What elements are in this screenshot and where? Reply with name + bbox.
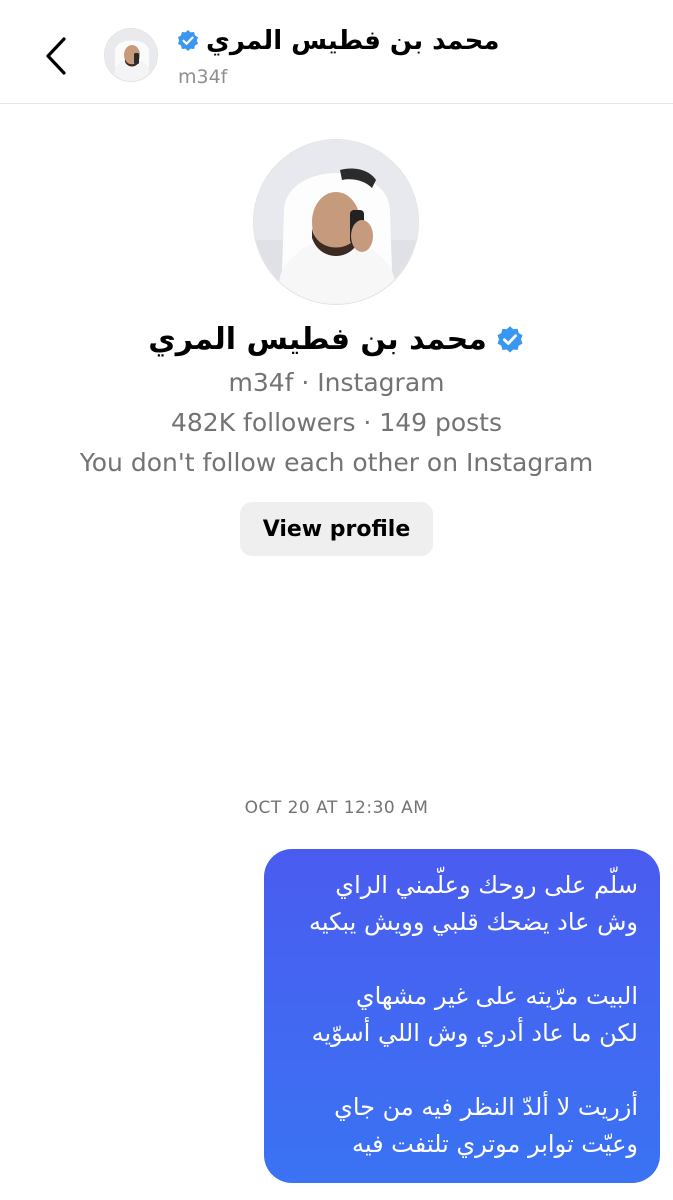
message-line: لكن ما عاد أدري وش اللي أسوّيه <box>311 1019 638 1047</box>
header-title[interactable]: محمد بن فطيس المري <box>176 26 499 56</box>
message-line: سلّم على روحك وعلّمني الراي <box>335 871 638 899</box>
chevron-left-icon <box>46 37 66 75</box>
verified-badge-icon <box>178 30 198 51</box>
verified-badge-icon <box>497 325 523 352</box>
profile-stats-line: 482K followers · 149 posts <box>171 408 502 437</box>
header-name-text: محمد بن فطيس المري <box>206 26 500 56</box>
message-line: وش عاد يضحك قلبي وويش يبكيه <box>309 908 638 936</box>
profile-name-text: محمد بن فطيس المري <box>148 322 487 357</box>
back-button[interactable] <box>34 32 78 80</box>
profile-name: محمد بن فطيس المري <box>0 322 673 357</box>
view-profile-button[interactable]: View profile <box>240 502 433 556</box>
profile-relation-line: You don't follow each other on Instagram <box>79 448 594 477</box>
profile-avatar[interactable] <box>253 139 419 305</box>
chat-header: محمد بن فطيس المري m34f <box>0 0 673 104</box>
message-line-gap <box>286 1052 638 1089</box>
header-avatar[interactable] <box>104 28 158 82</box>
message-bubble[interactable]: سلّم على روحك وعلّمني الراي وش عاد يضحك … <box>264 849 660 1183</box>
header-username: m34f <box>178 66 228 88</box>
message-line: البيت مرّيته على غير مشهاي <box>355 982 638 1010</box>
message-line: وعيّت توابر موتري تلتفت فيه <box>351 1130 638 1158</box>
profile-source-line: m34f · Instagram <box>228 368 445 397</box>
message-line: أزريت لا ألدّ النظر فيه من جاي <box>334 1093 638 1121</box>
message-line-gap <box>286 941 638 978</box>
message-timestamp: OCT 20 AT 12:30 AM <box>244 798 429 818</box>
